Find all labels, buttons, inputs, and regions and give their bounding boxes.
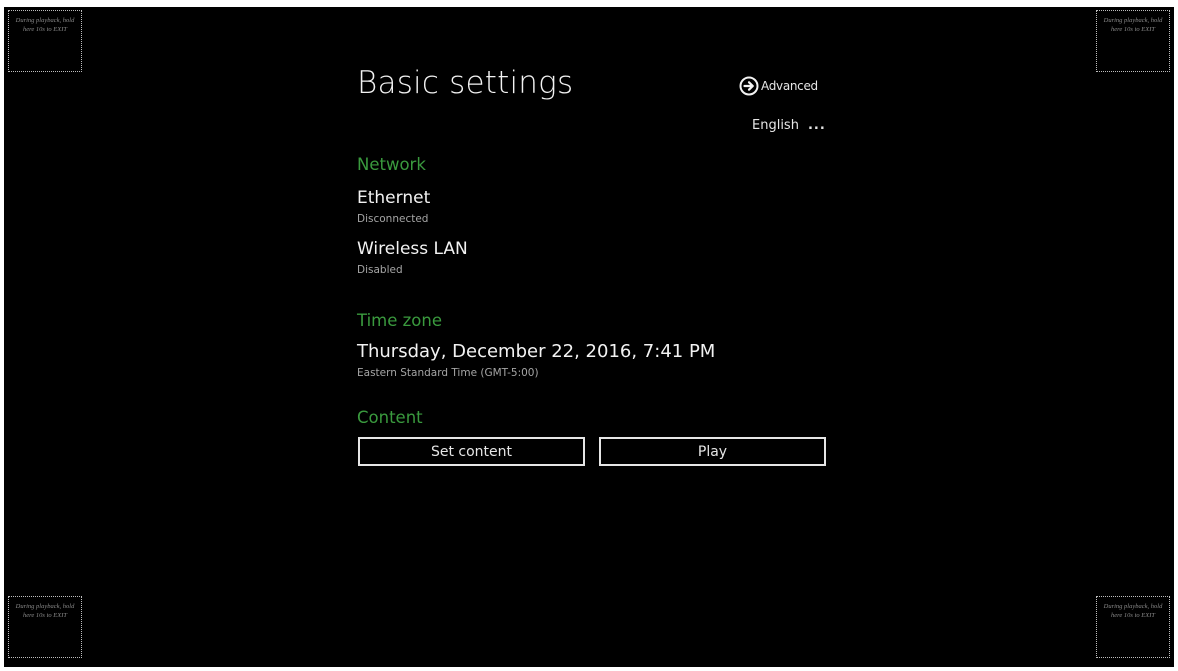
exit-hotspot-bottom-right[interactable]: During playback, hold here 10s to EXIT (1096, 596, 1170, 658)
exit-hotspot-top-left[interactable]: During playback, hold here 10s to EXIT (8, 10, 82, 72)
exit-hint-text: During playback, hold here 10s to EXIT (15, 603, 75, 619)
settings-screen: During playback, hold here 10s to EXIT D… (4, 7, 1174, 667)
ethernet-item[interactable]: Ethernet (357, 188, 430, 208)
play-button[interactable]: Play (599, 437, 826, 466)
wireless-lan-item[interactable]: Wireless LAN (357, 239, 468, 259)
exit-hint-text: During playback, hold here 10s to EXIT (1103, 603, 1163, 619)
arrow-circle-right-icon (739, 76, 759, 96)
datetime-item[interactable]: Thursday, December 22, 2016, 7:41 PM (357, 341, 715, 362)
ethernet-status: Disconnected (357, 213, 429, 225)
timezone-label: Eastern Standard Time (GMT-5:00) (357, 367, 539, 379)
advanced-link[interactable]: Advanced (739, 74, 818, 98)
page-title: Basic settings (357, 65, 574, 101)
language-label: English (752, 118, 799, 133)
more-icon: ... (807, 118, 826, 133)
exit-hint-text: During playback, hold here 10s to EXIT (1103, 17, 1163, 33)
timezone-header: Time zone (357, 311, 442, 330)
wireless-lan-status: Disabled (357, 264, 403, 276)
exit-hotspot-top-right[interactable]: During playback, hold here 10s to EXIT (1096, 10, 1170, 72)
network-header: Network (357, 155, 426, 174)
exit-hotspot-bottom-left[interactable]: During playback, hold here 10s to EXIT (8, 596, 82, 658)
content-header: Content (357, 408, 423, 427)
set-content-button[interactable]: Set content (358, 437, 585, 466)
exit-hint-text: During playback, hold here 10s to EXIT (15, 17, 75, 33)
language-selector[interactable]: English... (752, 118, 826, 133)
advanced-label: Advanced (761, 79, 818, 93)
